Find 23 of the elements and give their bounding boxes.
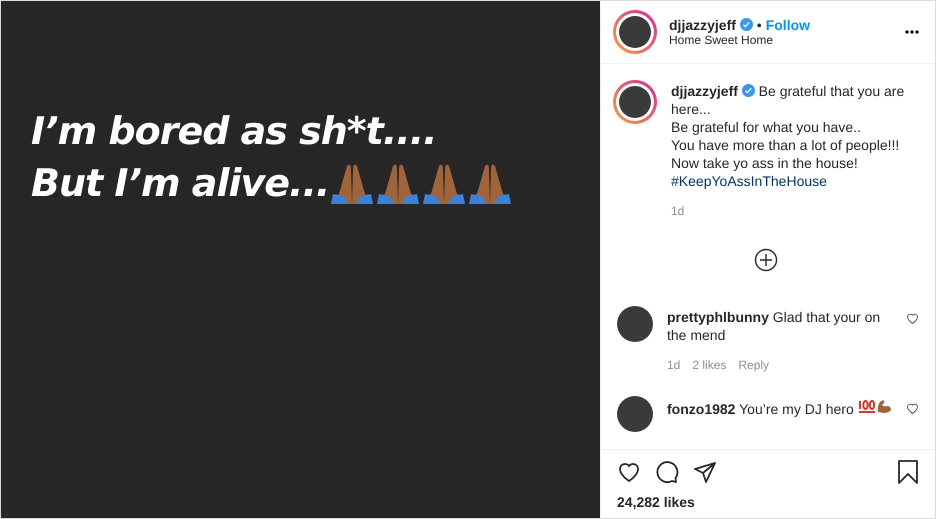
comment-text: fonzo1982 You’re my DJ hero bbox=[667, 398, 892, 418]
share-icon[interactable] bbox=[693, 460, 717, 484]
separator-dot: • bbox=[756, 17, 762, 33]
heart-icon[interactable] bbox=[617, 460, 641, 484]
comment-icon[interactable] bbox=[655, 460, 679, 484]
username[interactable]: djjazzyjeff bbox=[669, 17, 736, 33]
hundred-points-icon bbox=[858, 398, 876, 414]
avatar[interactable] bbox=[617, 396, 653, 432]
comment-time: 1d bbox=[667, 357, 680, 374]
post-time: 1d bbox=[671, 204, 686, 218]
image-caption-text: But I’m alive... bbox=[31, 160, 330, 207]
flexed-arm-icon bbox=[876, 398, 892, 414]
likes-count[interactable]: 24,282 likes bbox=[617, 494, 919, 510]
more-options-icon[interactable] bbox=[905, 30, 919, 34]
bookmark-icon[interactable] bbox=[897, 460, 919, 484]
heart-icon[interactable] bbox=[906, 312, 919, 325]
caption-text: djjazzyjeff Be grateful that you are here... Be grateful for what you have.. You have more than a lot of people!!! Now take yo ass in the house! #KeepYoAssInTheHouse bbox=[671, 82, 906, 190]
location-link[interactable]: Home Sweet Home bbox=[669, 33, 810, 47]
image-caption-text: I’m bored as sh*t.... bbox=[31, 108, 438, 155]
load-more-icon[interactable] bbox=[754, 248, 778, 272]
avatar[interactable] bbox=[617, 306, 653, 342]
heart-icon[interactable] bbox=[906, 402, 919, 415]
comment-text: prettyphlbunny Glad that your on the mend bbox=[667, 308, 882, 344]
